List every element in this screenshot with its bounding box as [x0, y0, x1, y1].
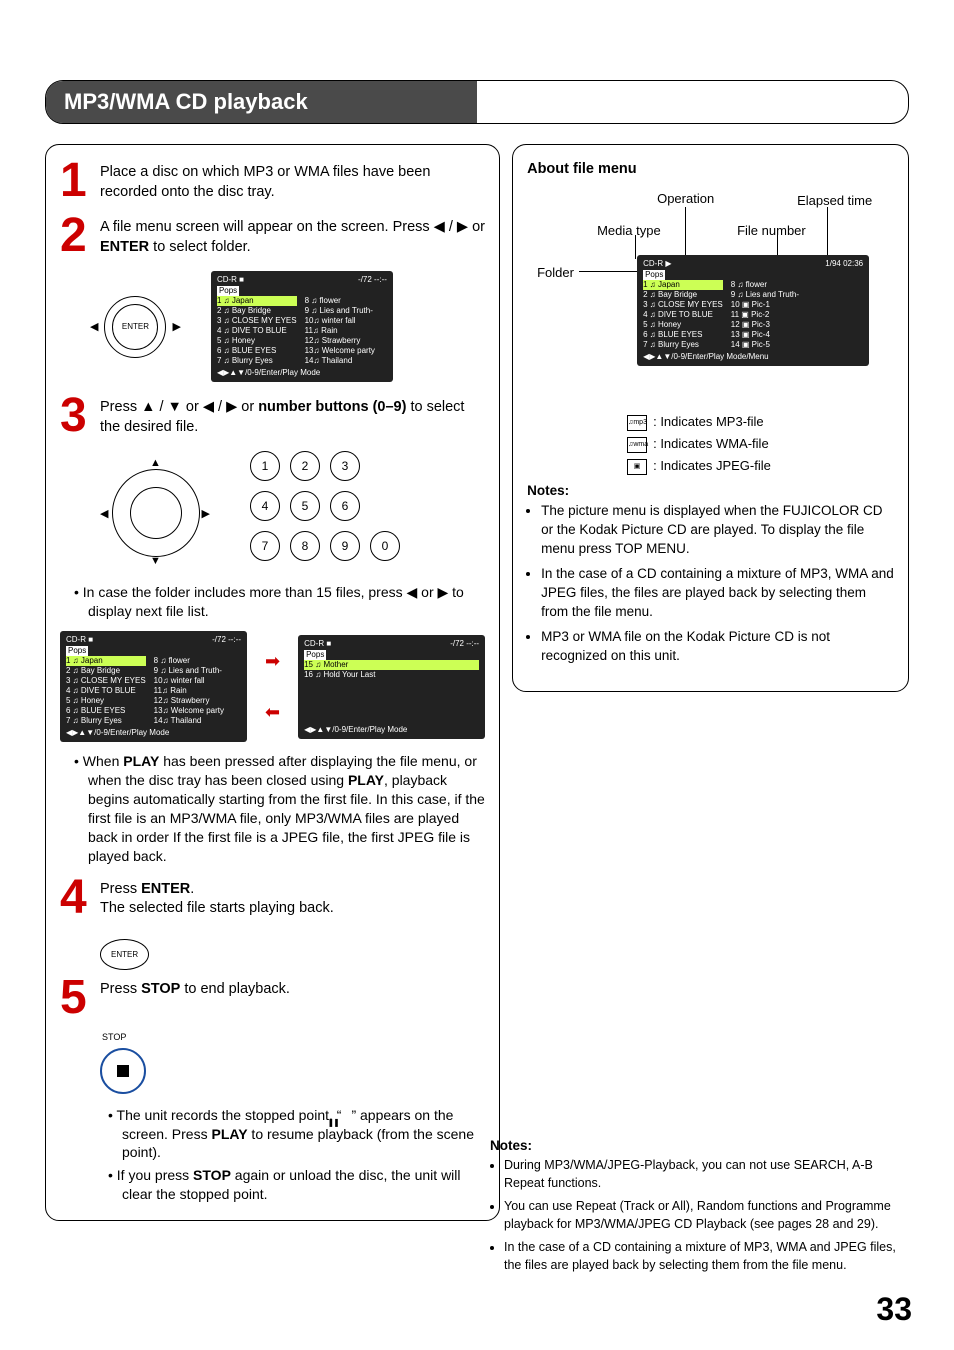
num-0[interactable]: 0 — [370, 531, 400, 561]
file-menu-screen-annotated: CD-R ▶1/94 02:36 Pops 1 ♫ Japan 2 ♫ Bay … — [637, 255, 869, 366]
notes-heading: Notes: — [490, 1138, 908, 1153]
wma-icon: ♫wma — [627, 437, 647, 453]
label-filenum: File number — [737, 223, 806, 238]
note-item: During MP3/WMA/JPEG-Playback, you can no… — [504, 1157, 908, 1192]
about-heading: About file menu — [527, 161, 894, 177]
num-8[interactable]: 8 — [290, 531, 320, 561]
label-folder: Folder — [537, 265, 574, 280]
step-number: 4 — [60, 878, 100, 919]
mp3-icon: ♫mp3 — [627, 415, 647, 431]
file-menu-screen-p2: CD-R ■-/72 --:-- Pops 15 ♫ Mother 16 ♫ H… — [298, 635, 485, 739]
num-9[interactable]: 9 — [330, 531, 360, 561]
step-3-play-note: • When PLAY has been pressed after displ… — [74, 752, 485, 865]
step-text: Place a disc on which MP3 or WMA files h… — [100, 161, 485, 202]
enter-button-diagram: ◀ ENTER ▶ — [90, 296, 181, 358]
step-number: 5 — [60, 978, 100, 1018]
num-5[interactable]: 5 — [290, 491, 320, 521]
stop-button[interactable] — [100, 1048, 146, 1094]
step-number: 1 — [60, 161, 100, 202]
jpeg-icon: ▣ — [627, 459, 647, 475]
number-pad: 1 2 3 4 5 6 7 8 9 0 — [250, 451, 400, 561]
pause-marker-icon — [341, 1111, 351, 1121]
file-menu-screen-p1: CD-R ■-/72 --:-- Pops 1 ♫ Japan 2 ♫ Bay … — [60, 631, 247, 742]
file-menu-anatomy: Operation Elapsed time Media type File n… — [527, 183, 894, 403]
label-elapsed: Elapsed time — [797, 193, 872, 208]
step-5-note-1: • The unit records the stopped point. “”… — [108, 1106, 485, 1163]
step-3-note: • In case the folder includes more than … — [74, 583, 485, 621]
num-4[interactable]: 4 — [250, 491, 280, 521]
file-menu-pagination: CD-R ■-/72 --:-- Pops 1 ♫ Japan 2 ♫ Bay … — [60, 631, 485, 742]
notes-heading: Notes: — [527, 483, 894, 498]
about-file-menu-panel: About file menu Operation Elapsed time M… — [512, 144, 909, 692]
up-arrow-icon: ▲ — [150, 457, 161, 469]
section-title: MP3/WMA CD playback — [46, 81, 477, 123]
file-list-left: 1 ♫ Japan 2 ♫ Bay Bridge 3 ♫ CLOSE MY EY… — [217, 296, 297, 366]
num-7[interactable]: 7 — [250, 531, 280, 561]
step-number: 2 — [60, 216, 100, 257]
step-3: 3 Press ▲ / ▼ or ◀ / ▶ or number buttons… — [60, 396, 485, 437]
nav-pad-diagram: ▲ ▼ ◀ ▶ — [100, 457, 210, 567]
num-1[interactable]: 1 — [250, 451, 280, 481]
manual-page: MP3/WMA CD playback 1 Place a disc on wh… — [0, 0, 954, 1350]
stop-label: STOP — [102, 1032, 485, 1042]
down-arrow-icon: ▼ — [150, 555, 161, 567]
left-arrow-icon: ◀ — [100, 507, 108, 520]
steps-panel: 1 Place a disc on which MP3 or WMA files… — [45, 144, 500, 1221]
file-list-right: 8 ♫ flower 9 ♫ Lies and Truth- 10♫ winte… — [305, 296, 375, 366]
num-6[interactable]: 6 — [330, 491, 360, 521]
notes-list: During MP3/WMA/JPEG-Playback, you can no… — [490, 1157, 908, 1274]
right-arrow-icon: ▶ — [202, 507, 210, 520]
step-2: 2 A file menu screen will appear on the … — [60, 216, 485, 257]
right-arrow-icon: ▶ — [172, 320, 180, 333]
num-3[interactable]: 3 — [330, 451, 360, 481]
step-text: Press ENTER. The selected file starts pl… — [100, 878, 334, 919]
stop-icon — [117, 1065, 129, 1077]
file-icon-legend: ♫mp3: Indicates MP3-file ♫wma: Indicates… — [627, 411, 894, 477]
note-item: MP3 or WMA file on the Kodak Picture CD … — [541, 628, 894, 666]
left-arrow-icon: ◀ — [90, 320, 98, 333]
step-text: Press ▲ / ▼ or ◀ / ▶ or number buttons (… — [100, 396, 485, 437]
enter-button[interactable]: ENTER — [112, 304, 158, 350]
step-number: 3 — [60, 396, 100, 437]
note-item: The picture menu is displayed when the F… — [541, 502, 894, 559]
note-item: In the case of a CD containing a mixture… — [504, 1239, 908, 1274]
step-5-note-2: • If you press STOP again or unload the … — [108, 1166, 485, 1204]
note-item: You can use Repeat (Track or All), Rando… — [504, 1198, 908, 1233]
step-text: Press STOP to end playback. — [100, 978, 290, 1018]
step-5: 5 Press STOP to end playback. — [60, 978, 485, 1018]
file-menu-screen: CD-R ■-/72 --:-- Pops 1 ♫ Japan 2 ♫ Bay … — [211, 271, 393, 382]
enter-button[interactable]: ENTER — [100, 939, 149, 970]
step-text: A file menu screen will appear on the sc… — [100, 216, 485, 257]
num-2[interactable]: 2 — [290, 451, 320, 481]
label-operation: Operation — [657, 191, 714, 206]
left-arrow-icon: ⬅ — [265, 702, 280, 723]
right-arrow-icon: ➡ — [265, 651, 280, 672]
section-title-bar: MP3/WMA CD playback — [45, 80, 909, 124]
page-number: 33 — [876, 1291, 912, 1328]
bottom-notes: Notes: During MP3/WMA/JPEG-Playback, you… — [490, 1132, 908, 1280]
step-1: 1 Place a disc on which MP3 or WMA files… — [60, 161, 485, 202]
step-4: 4 Press ENTER. The selected file starts … — [60, 878, 485, 919]
note-item: In the case of a CD containing a mixture… — [541, 565, 894, 622]
notes-list: The picture menu is displayed when the F… — [527, 502, 894, 665]
label-media: Media type — [597, 223, 661, 238]
